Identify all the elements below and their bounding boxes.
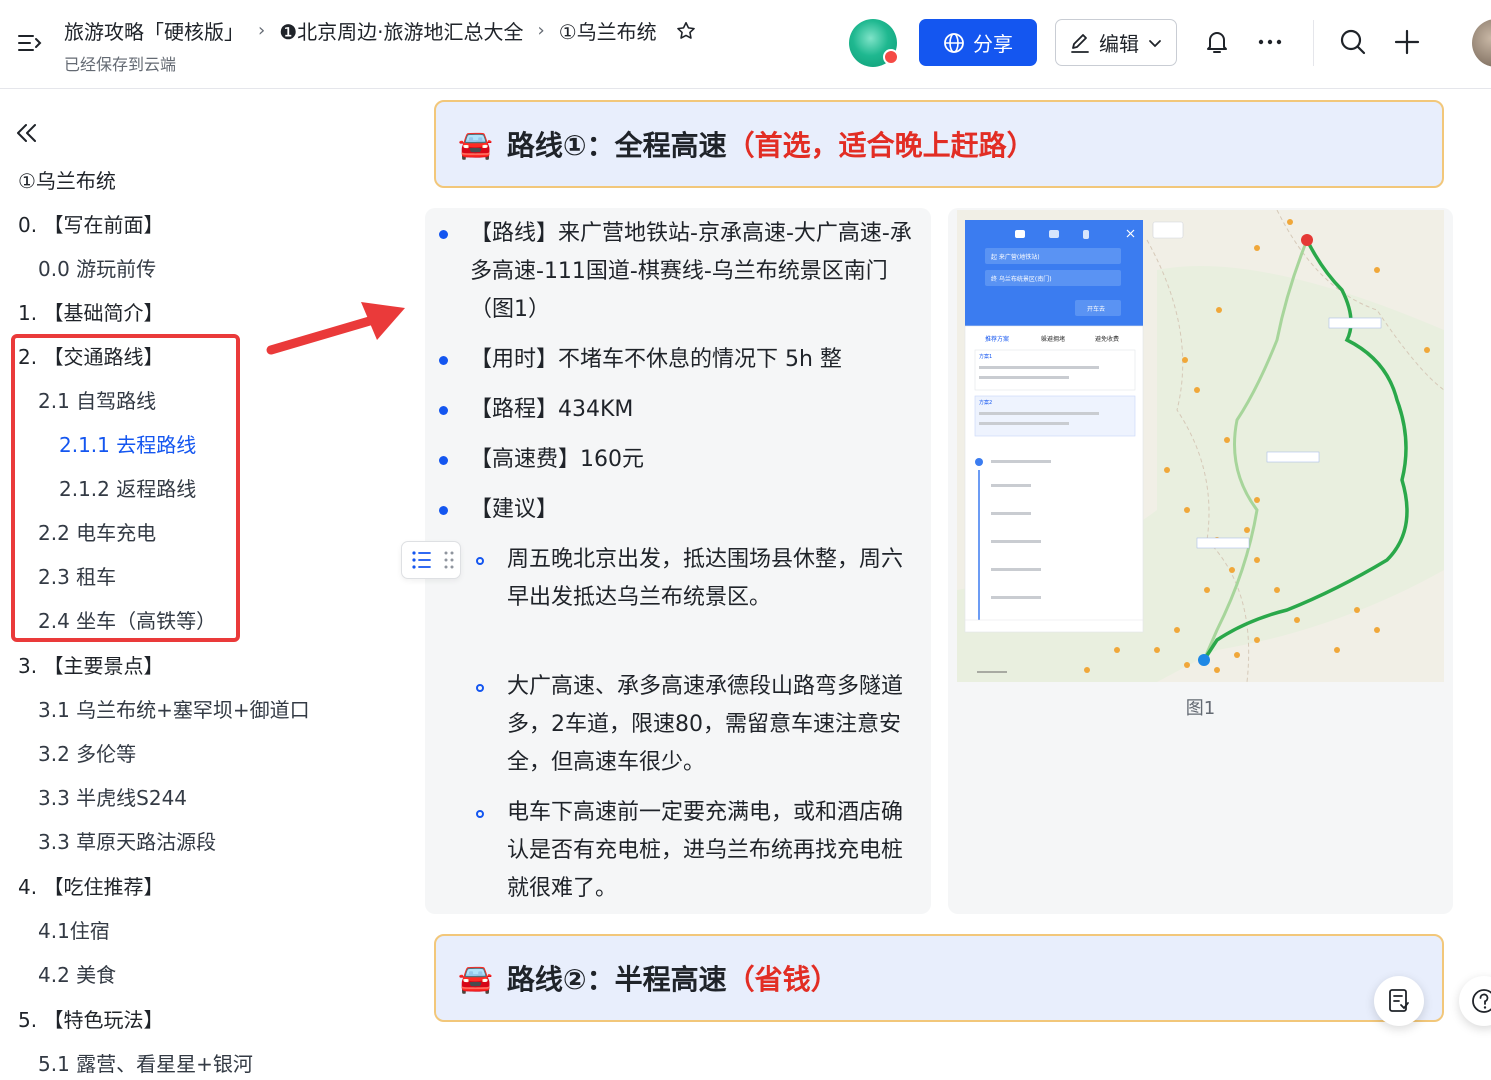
help-icon bbox=[1472, 989, 1491, 1013]
search-icon[interactable] bbox=[1339, 28, 1367, 56]
toc-item[interactable]: 0. 【写在前面】 bbox=[18, 209, 163, 238]
bullet-dot bbox=[439, 356, 448, 365]
help-button[interactable] bbox=[1459, 976, 1491, 1026]
bullet-dot bbox=[439, 230, 448, 239]
edit-mode-button[interactable]: 编辑 bbox=[1055, 19, 1177, 66]
more-icon[interactable] bbox=[1256, 28, 1284, 56]
annotation-arrow-icon bbox=[266, 302, 405, 355]
pencil-icon bbox=[1071, 33, 1089, 53]
share-label: 分享 bbox=[973, 32, 1013, 56]
share-button[interactable]: 分享 bbox=[919, 19, 1037, 66]
toc-item[interactable]: 3. 【主要景点】 bbox=[18, 650, 163, 679]
chevron-down-icon bbox=[1149, 39, 1161, 47]
route2-note: （省钱） bbox=[726, 963, 839, 996]
map-from-field: 起 来广营(地铁站) bbox=[991, 253, 1040, 261]
chevron-right-icon: › bbox=[537, 20, 545, 41]
breadcrumb-item[interactable]: ①乌兰布统 bbox=[559, 16, 657, 45]
status-dot bbox=[883, 49, 899, 65]
toc-item[interactable]: 3.3 半虎线S244 bbox=[38, 782, 187, 811]
route2-title: 路线②：半程高速 bbox=[506, 963, 727, 996]
collaborator-avatar[interactable] bbox=[849, 19, 899, 67]
collapse-sidebar-icon[interactable] bbox=[14, 120, 40, 146]
car-icon: 🚘 bbox=[458, 127, 493, 161]
map-to-field: 终 乌兰布统景区(南门) bbox=[991, 275, 1052, 283]
toc-item[interactable]: 4.1住宿 bbox=[38, 915, 110, 944]
list-item: 【高速费】160元 bbox=[470, 447, 644, 472]
sub-bullet-dot bbox=[476, 557, 484, 565]
bullet-dot bbox=[439, 456, 448, 465]
route2-callout: 🚘 路线②：半程高速 （省钱） bbox=[434, 934, 1444, 1022]
edit-label: 编辑 bbox=[1099, 32, 1139, 56]
sidebar-toggle-icon[interactable] bbox=[16, 30, 42, 56]
toc-item[interactable]: 3.2 多伦等 bbox=[38, 738, 136, 767]
toc-item[interactable]: ①乌兰布统 bbox=[18, 165, 116, 194]
toc-item[interactable]: 5. 【特色玩法】 bbox=[18, 1004, 163, 1033]
sub-bullet-dot bbox=[476, 810, 484, 818]
list-item: 大广高速、承多高速承德段山路弯多隧道多，2车道，限速80，需留意车速注意安全，但… bbox=[507, 674, 904, 775]
toc-item[interactable]: 4.2 美食 bbox=[38, 959, 116, 988]
top-bar: 旅游攻略「硬核版」 › ❶北京周边·旅游地汇总大全 › ①乌兰布统 已经保存到云… bbox=[0, 0, 1491, 89]
route1-callout: 🚘 路线①：全程高速 （首选，适合晚上赶路） bbox=[434, 100, 1444, 188]
toc-item[interactable]: 3.3 草原天路沽源段 bbox=[38, 826, 216, 855]
add-icon[interactable] bbox=[1393, 28, 1421, 56]
route-map-image[interactable]: 起 来广营(地铁站) 终 乌兰布统景区(南门) 开车去 推荐方案 躲避拥堵 避免… bbox=[957, 210, 1444, 682]
list-item: 【建议】 bbox=[470, 497, 559, 522]
bullet-dot bbox=[439, 506, 448, 515]
bullet-dot bbox=[439, 406, 448, 415]
map-tab: 避免收费 bbox=[1095, 335, 1119, 343]
sub-bullet-dot bbox=[476, 684, 484, 692]
block-handle[interactable] bbox=[401, 541, 461, 579]
toc-item[interactable]: 4. 【吃住推荐】 bbox=[18, 871, 163, 900]
globe-icon bbox=[944, 32, 964, 53]
map-plan-label: 方案1 bbox=[979, 353, 992, 360]
breadcrumb-item[interactable]: 旅游攻略「硬核版」 bbox=[64, 16, 244, 45]
star-icon[interactable] bbox=[675, 20, 697, 42]
map-tab: 躲避拥堵 bbox=[1041, 335, 1065, 343]
toc-float-button[interactable] bbox=[1374, 976, 1424, 1026]
map-go-button: 开车去 bbox=[1087, 305, 1105, 313]
chevron-right-icon: › bbox=[258, 20, 266, 41]
breadcrumb-item[interactable]: ❶北京周边·旅游地汇总大全 bbox=[279, 16, 523, 45]
list-item: 【路线】来广营地铁站-京承高速-大广高速-承多高速-111国道-棋赛线-乌兰布统… bbox=[470, 221, 912, 322]
route1-title: 路线①：全程高速 bbox=[506, 129, 727, 162]
annotation-highlight-box bbox=[11, 334, 240, 642]
toc-item[interactable]: 3.1 乌兰布统+塞罕坝+御道口 bbox=[38, 694, 310, 723]
user-avatar[interactable] bbox=[1472, 19, 1491, 67]
figure-caption: 图1 bbox=[1185, 698, 1216, 719]
breadcrumb: 旅游攻略「硬核版」 › ❶北京周边·旅游地汇总大全 › ①乌兰布统 bbox=[64, 16, 697, 45]
toc-item[interactable]: 1. 【基础简介】 bbox=[18, 297, 163, 326]
route1-note: （首选，适合晚上赶路） bbox=[726, 129, 1035, 162]
toc-item[interactable]: 5.1 露营、看星星+银河 bbox=[38, 1048, 253, 1077]
toc-item[interactable]: 0.0 游玩前传 bbox=[38, 253, 156, 282]
divider bbox=[1313, 20, 1314, 66]
car-icon: 🚘 bbox=[458, 961, 493, 995]
list-item: 【用时】不堵车不休息的情况下 5h 整 bbox=[470, 347, 842, 372]
list-drag-icon bbox=[412, 551, 454, 569]
save-status: 已经保存到云端 bbox=[64, 55, 177, 74]
bell-icon[interactable] bbox=[1203, 28, 1231, 56]
list-item: 电车下高速前一定要充满电，或和酒店确认是否有充电桩，进乌兰布统再找充电桩就很难了… bbox=[507, 800, 904, 901]
document-icon bbox=[1389, 989, 1409, 1012]
list-item: 周五晚北京出发，抵达围场县休整，周六早出发抵达乌兰布统景区。 bbox=[507, 547, 904, 610]
map-tab: 推荐方案 bbox=[985, 335, 1009, 343]
map-plan-label: 方案2 bbox=[979, 399, 992, 406]
list-item: 【路程】434KM bbox=[470, 397, 634, 422]
